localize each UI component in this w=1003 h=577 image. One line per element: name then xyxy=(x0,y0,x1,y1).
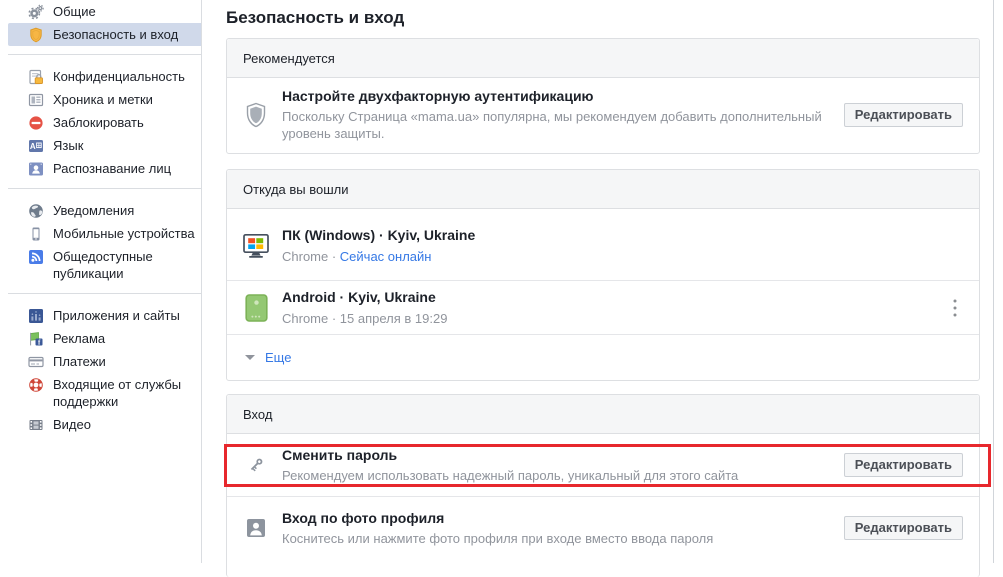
active-now-link[interactable]: Сейчас онлайн xyxy=(340,249,432,264)
sidebar-item-label: Общедоступные публикации xyxy=(53,249,153,281)
login-card: Вход Сменить пароль Рекомендуем использо… xyxy=(226,394,980,577)
sidebar-item-label: Конфиденциальность xyxy=(53,69,185,84)
session-windows-browser: Chrome · xyxy=(282,249,340,264)
edit-two-factor-button[interactable]: Редактировать xyxy=(843,102,963,127)
gears-icon xyxy=(28,4,44,20)
android-phone-icon xyxy=(243,293,269,322)
sidebar-item-security-login[interactable]: Безопасность и вход xyxy=(8,23,201,46)
session-row-android: Android · Kyiv, Ukraine Chrome · 15 апре… xyxy=(227,280,979,334)
sidebar-item-label: Безопасность и вход xyxy=(53,27,179,42)
settings-sidebar: Общие Безопасность и вход Конфиденциальн… xyxy=(0,0,202,563)
face-recognition-icon xyxy=(28,161,44,177)
settings-main-panel: Безопасность и вход Рекомендуется Настро… xyxy=(226,0,980,577)
session-android-meta: Chrome · 15 апреля в 19:29 xyxy=(282,311,448,326)
two-factor-description: Поскольку Страница «mama.ua» популярна, … xyxy=(282,109,822,141)
sidebar-item-apps-websites[interactable]: Приложения и сайты xyxy=(8,304,201,327)
sidebar-item-face-recognition[interactable]: Распознавание лиц xyxy=(8,157,201,180)
sidebar-divider xyxy=(8,188,201,189)
change-password-row: Сменить пароль Рекомендуем использовать … xyxy=(227,434,979,496)
ads-icon: f xyxy=(28,331,44,347)
sidebar-divider xyxy=(8,54,201,55)
sidebar-item-label: Приложения и сайты xyxy=(53,308,180,323)
edit-photo-login-button[interactable]: Редактировать xyxy=(843,516,963,540)
timeline-icon xyxy=(28,92,44,108)
change-password-title: Сменить пароль xyxy=(282,447,398,463)
photo-login-title: Вход по фото профиля xyxy=(282,510,445,526)
login-section-header: Вход xyxy=(227,395,979,434)
shield-outline-icon xyxy=(243,102,269,128)
sidebar-item-label: Видео xyxy=(53,417,91,432)
profile-photo-icon xyxy=(243,518,269,538)
sidebar-item-support-inbox[interactable]: Входящие от службы поддержки xyxy=(8,373,201,413)
sidebar-item-ads[interactable]: f Реклама xyxy=(8,327,201,350)
support-lifering-icon xyxy=(28,377,44,393)
privacy-lock-icon xyxy=(28,69,44,85)
sidebar-item-language[interactable]: A Язык xyxy=(8,134,201,157)
apps-icon xyxy=(28,308,44,324)
sidebar-item-mobile[interactable]: Мобильные устройства xyxy=(8,222,201,245)
photo-login-description: Коснитесь или нажмите фото профиля при в… xyxy=(282,531,714,546)
shield-badge-icon xyxy=(28,27,44,43)
mobile-device-icon xyxy=(28,226,44,242)
sidebar-item-label: Распознавание лиц xyxy=(53,161,172,176)
page-title: Безопасность и вход xyxy=(226,8,405,27)
content-right-border xyxy=(993,0,994,563)
sidebar-item-label: Заблокировать xyxy=(53,115,144,130)
sidebar-item-label: Хроника и метки xyxy=(53,92,153,107)
public-posts-icon xyxy=(28,249,44,265)
payments-icon xyxy=(28,354,44,370)
sidebar-item-label: Мобильные устройства xyxy=(53,226,195,241)
sidebar-item-videos[interactable]: Видео xyxy=(8,413,201,436)
sidebar-item-blocking[interactable]: Заблокировать xyxy=(8,111,201,134)
see-more-link[interactable]: Еще xyxy=(265,350,291,365)
windows-pc-icon xyxy=(243,233,269,259)
session-row-windows: ПК (Windows) · Kyiv, Ukraine Chrome · Се… xyxy=(227,209,979,280)
sidebar-item-label: Входящие от службы поддержки xyxy=(53,377,182,409)
sidebar-item-label: Платежи xyxy=(53,354,106,369)
block-icon xyxy=(28,115,44,131)
edit-password-button[interactable]: Редактировать xyxy=(843,453,963,477)
caret-down-icon xyxy=(245,355,255,360)
session-windows-title: ПК (Windows) · Kyiv, Ukraine xyxy=(282,227,476,243)
kebab-menu-icon[interactable] xyxy=(947,297,963,319)
sidebar-item-label: Уведомления xyxy=(53,203,135,218)
session-android-title: Android · Kyiv, Ukraine xyxy=(282,289,436,305)
sidebar-divider xyxy=(8,293,201,294)
see-more-expander[interactable]: Еще xyxy=(227,334,979,380)
recommended-card: Рекомендуется Настройте двухфакторную ау… xyxy=(226,38,980,154)
change-password-description: Рекомендуем использовать надежный пароль… xyxy=(282,468,739,483)
svg-text:A: A xyxy=(30,142,36,151)
sidebar-item-timeline-tagging[interactable]: Хроника и метки xyxy=(8,88,201,111)
sidebar-item-notifications[interactable]: Уведомления xyxy=(8,199,201,222)
language-icon: A xyxy=(28,138,44,154)
video-icon xyxy=(28,417,44,433)
key-icon xyxy=(243,456,269,474)
sidebar-item-public-posts[interactable]: Общедоступные публикации xyxy=(8,245,201,285)
where-logged-in-card: Откуда вы вошли ПК (Windows) · Kyiv, Ukr… xyxy=(226,169,980,381)
recommended-section-header: Рекомендуется xyxy=(227,39,979,78)
sidebar-item-payments[interactable]: Платежи xyxy=(8,350,201,373)
two-factor-title: Настройте двухфакторную аутентификацию xyxy=(282,88,594,104)
sidebar-item-general[interactable]: Общие xyxy=(8,0,201,23)
photo-login-row: Вход по фото профиля Коснитесь или нажми… xyxy=(227,496,979,577)
sidebar-item-label: Реклама xyxy=(53,331,106,346)
where-logged-in-section-header: Откуда вы вошли xyxy=(227,170,979,209)
sidebar-item-label: Общие xyxy=(53,4,96,19)
sidebar-item-privacy[interactable]: Конфиденциальность xyxy=(8,65,201,88)
two-factor-row: Настройте двухфакторную аутентификацию П… xyxy=(227,78,979,153)
sidebar-item-label: Язык xyxy=(53,138,84,153)
globe-icon xyxy=(28,203,44,219)
